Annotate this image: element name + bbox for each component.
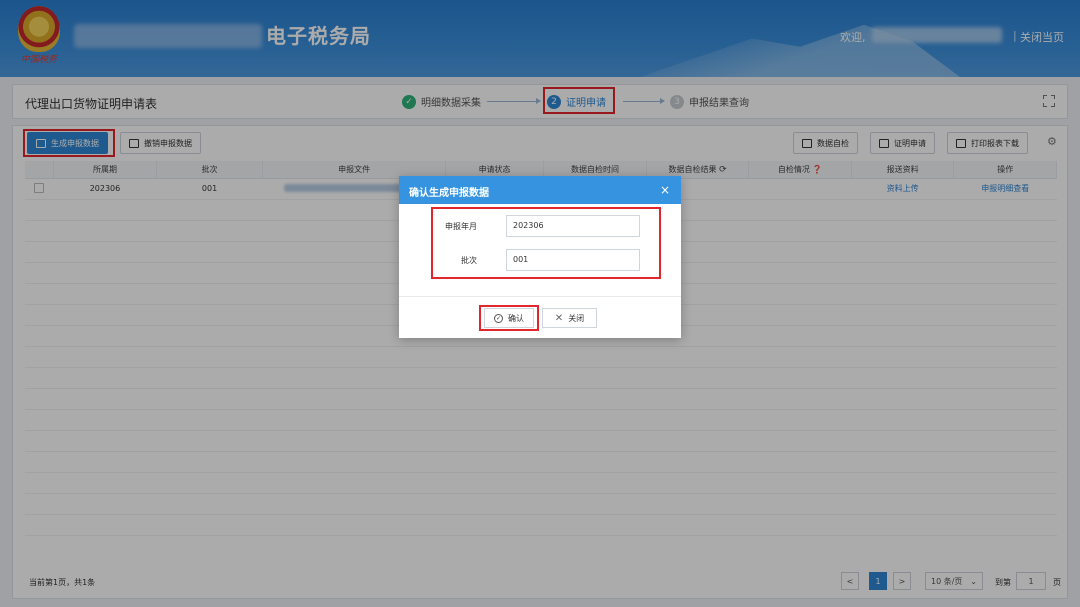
check-circle-icon: ✓: [494, 313, 503, 323]
batch-input[interactable]: 001: [506, 249, 640, 271]
confirm-generate-dialog: 确认生成申报数据 × 申报年月 202306 批次 001 ✓ 确认 ✕ 关闭: [399, 176, 681, 338]
dialog-divider: [399, 296, 681, 297]
close-icon: ✕: [554, 312, 564, 324]
close-icon[interactable]: ×: [660, 183, 670, 197]
confirm-button[interactable]: ✓ 确认: [484, 308, 534, 328]
declare-month-input[interactable]: 202306: [506, 215, 640, 237]
close-label: 关闭: [568, 313, 585, 323]
dialog-title: 确认生成申报数据: [399, 176, 681, 204]
batch-label: 批次: [461, 256, 477, 265]
confirm-label: 确认: [508, 313, 524, 323]
close-button[interactable]: ✕ 关闭: [542, 308, 597, 328]
declare-month-label: 申报年月: [445, 222, 477, 231]
